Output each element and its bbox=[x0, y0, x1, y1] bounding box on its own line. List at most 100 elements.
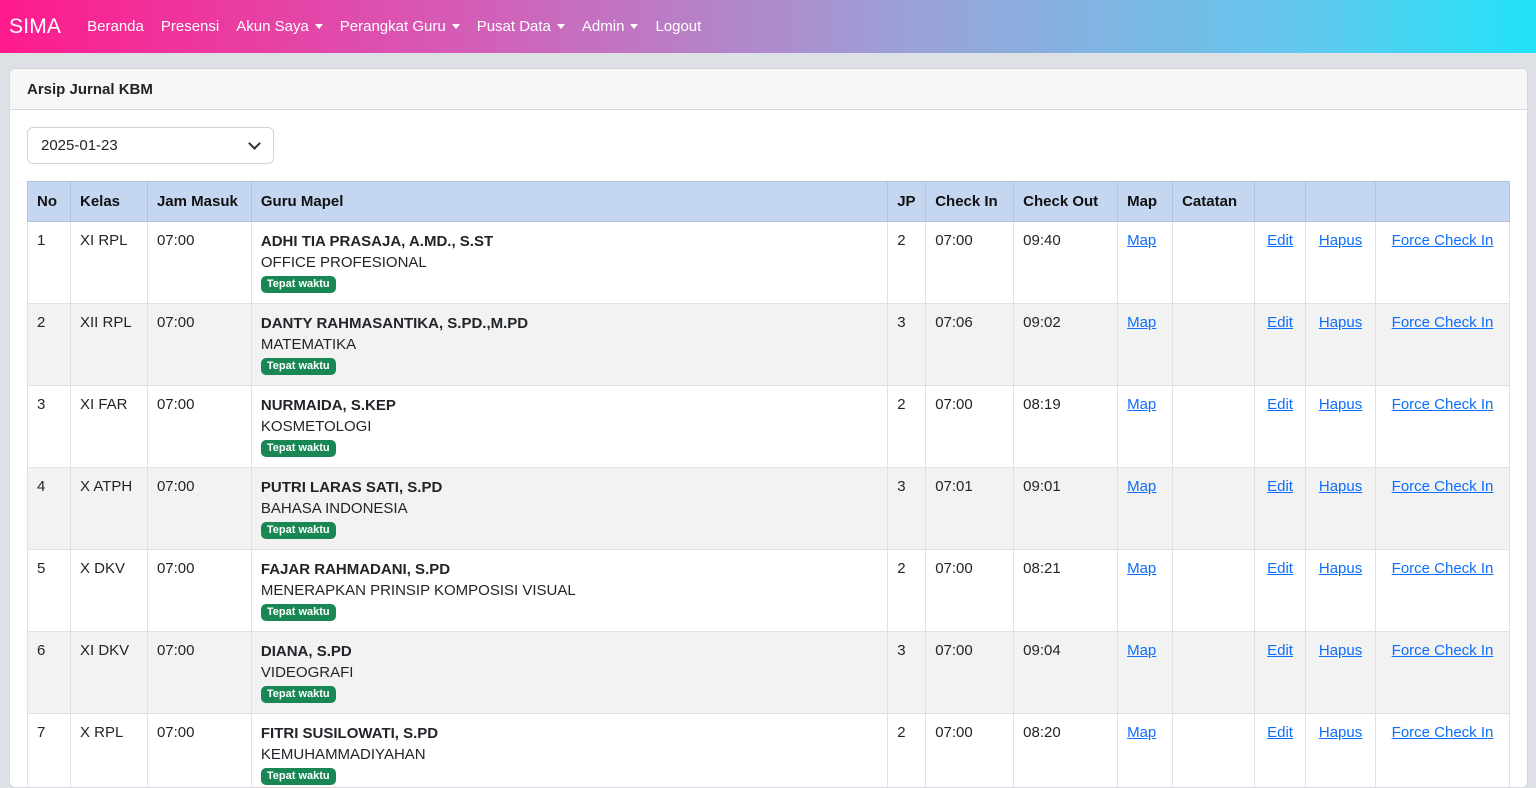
guru-name: DANTY RAHMASANTIKA, S.PD.,M.PD bbox=[261, 314, 878, 333]
cell-map: Map bbox=[1118, 714, 1173, 788]
force-check-in-link[interactable]: Force Check In bbox=[1392, 478, 1494, 495]
force-check-in-link[interactable]: Force Check In bbox=[1392, 642, 1494, 659]
cell-catatan bbox=[1173, 386, 1255, 468]
mapel-name: MATEMATIKA bbox=[261, 333, 878, 356]
guru-name: ADHI TIA PRASAJA, A.MD., S.ST bbox=[261, 232, 878, 251]
map-link[interactable]: Map bbox=[1127, 724, 1156, 741]
nav-logout[interactable]: Logout bbox=[655, 18, 701, 35]
map-link[interactable]: Map bbox=[1127, 642, 1156, 659]
status-badge: Tepat waktu bbox=[261, 768, 336, 785]
column-header: No bbox=[28, 182, 71, 222]
cell-check-out: 09:02 bbox=[1014, 304, 1118, 386]
mapel-name: VIDEOGRAFI bbox=[261, 661, 878, 684]
mapel-name: KEMUHAMMADIYAHAN bbox=[261, 743, 878, 766]
cell-jp: 3 bbox=[888, 304, 926, 386]
status-badge: Tepat waktu bbox=[261, 276, 336, 293]
cell-edit: Edit bbox=[1255, 386, 1306, 468]
edit-link[interactable]: Edit bbox=[1267, 724, 1293, 741]
edit-link[interactable]: Edit bbox=[1267, 642, 1293, 659]
cell-check-in: 07:00 bbox=[926, 386, 1014, 468]
map-link[interactable]: Map bbox=[1127, 232, 1156, 249]
cell-check-in: 07:00 bbox=[926, 550, 1014, 632]
status-badge: Tepat waktu bbox=[261, 440, 336, 457]
column-header bbox=[1306, 182, 1376, 222]
cell-edit: Edit bbox=[1255, 632, 1306, 714]
guru-name: NURMAIDA, S.KEP bbox=[261, 396, 878, 415]
status-badge: Tepat waktu bbox=[261, 522, 336, 539]
cell-kelas: X ATPH bbox=[70, 468, 147, 550]
nav-beranda[interactable]: Beranda bbox=[87, 18, 144, 35]
date-select[interactable]: 2025-01-23 bbox=[27, 127, 274, 164]
table-row: 4X ATPH07:00PUTRI LARAS SATI, S.PDBAHASA… bbox=[28, 468, 1510, 550]
force-check-in-link[interactable]: Force Check In bbox=[1392, 724, 1494, 741]
cell-check-out: 08:20 bbox=[1014, 714, 1118, 788]
nav-admin-dropdown[interactable]: Admin bbox=[582, 18, 639, 35]
edit-link[interactable]: Edit bbox=[1267, 314, 1293, 331]
card-title: Arsip Jurnal KBM bbox=[10, 69, 1527, 110]
cell-hapus: Hapus bbox=[1306, 714, 1376, 788]
cell-guru-mapel: ADHI TIA PRASAJA, A.MD., S.STOFFICE PROF… bbox=[251, 222, 887, 304]
cell-guru-mapel: FAJAR RAHMADANI, S.PDMENERAPKAN PRINSIP … bbox=[251, 550, 887, 632]
cell-map: Map bbox=[1118, 386, 1173, 468]
hapus-link[interactable]: Hapus bbox=[1319, 642, 1362, 659]
hapus-link[interactable]: Hapus bbox=[1319, 396, 1362, 413]
jurnal-table: NoKelasJam MasukGuru MapelJPCheck InChec… bbox=[27, 181, 1510, 788]
edit-link[interactable]: Edit bbox=[1267, 396, 1293, 413]
nav-akun-saya-dropdown[interactable]: Akun Saya bbox=[236, 18, 323, 35]
guru-name: FAJAR RAHMADANI, S.PD bbox=[261, 560, 878, 579]
cell-check-out: 08:19 bbox=[1014, 386, 1118, 468]
map-link[interactable]: Map bbox=[1127, 560, 1156, 577]
cell-no: 2 bbox=[28, 304, 71, 386]
nav-perangkat-guru-label: Perangkat Guru bbox=[340, 18, 446, 35]
guru-name: FITRI SUSILOWATI, S.PD bbox=[261, 724, 878, 743]
date-select-value: 2025-01-23 bbox=[41, 137, 118, 154]
edit-link[interactable]: Edit bbox=[1267, 232, 1293, 249]
top-navbar: SIMA Beranda Presensi Akun Saya Perangka… bbox=[0, 0, 1536, 53]
map-link[interactable]: Map bbox=[1127, 314, 1156, 331]
hapus-link[interactable]: Hapus bbox=[1319, 314, 1362, 331]
force-check-in-link[interactable]: Force Check In bbox=[1392, 396, 1494, 413]
column-header: Guru Mapel bbox=[251, 182, 887, 222]
column-header: Kelas bbox=[70, 182, 147, 222]
cell-kelas: XI FAR bbox=[70, 386, 147, 468]
cell-force-check-in: Force Check In bbox=[1376, 222, 1510, 304]
cell-check-out: 09:01 bbox=[1014, 468, 1118, 550]
column-header: Check In bbox=[926, 182, 1014, 222]
cell-check-in: 07:01 bbox=[926, 468, 1014, 550]
nav-beranda-label: Beranda bbox=[87, 18, 144, 35]
guru-name: DIANA, S.PD bbox=[261, 642, 878, 661]
cell-check-out: 09:04 bbox=[1014, 632, 1118, 714]
nav-perangkat-guru-dropdown[interactable]: Perangkat Guru bbox=[340, 18, 460, 35]
cell-jp: 2 bbox=[888, 386, 926, 468]
hapus-link[interactable]: Hapus bbox=[1319, 560, 1362, 577]
mapel-name: OFFICE PROFESIONAL bbox=[261, 251, 878, 274]
column-header: Jam Masuk bbox=[147, 182, 251, 222]
table-row: 5X DKV07:00FAJAR RAHMADANI, S.PDMENERAPK… bbox=[28, 550, 1510, 632]
map-link[interactable]: Map bbox=[1127, 478, 1156, 495]
hapus-link[interactable]: Hapus bbox=[1319, 724, 1362, 741]
brand-logo[interactable]: SIMA bbox=[9, 15, 61, 39]
cell-no: 5 bbox=[28, 550, 71, 632]
table-row: 2XII RPL07:00DANTY RAHMASANTIKA, S.PD.,M… bbox=[28, 304, 1510, 386]
cell-jp: 2 bbox=[888, 550, 926, 632]
cell-guru-mapel: NURMAIDA, S.KEPKOSMETOLOGITepat waktu bbox=[251, 386, 887, 468]
status-badge: Tepat waktu bbox=[261, 686, 336, 703]
force-check-in-link[interactable]: Force Check In bbox=[1392, 560, 1494, 577]
force-check-in-link[interactable]: Force Check In bbox=[1392, 314, 1494, 331]
map-link[interactable]: Map bbox=[1127, 396, 1156, 413]
cell-map: Map bbox=[1118, 632, 1173, 714]
status-badge: Tepat waktu bbox=[261, 358, 336, 375]
nav-pusat-data-dropdown[interactable]: Pusat Data bbox=[477, 18, 565, 35]
cell-check-in: 07:00 bbox=[926, 222, 1014, 304]
cell-jam-masuk: 07:00 bbox=[147, 714, 251, 788]
hapus-link[interactable]: Hapus bbox=[1319, 478, 1362, 495]
table-row: 3XI FAR07:00NURMAIDA, S.KEPKOSMETOLOGITe… bbox=[28, 386, 1510, 468]
guru-name: PUTRI LARAS SATI, S.PD bbox=[261, 478, 878, 497]
edit-link[interactable]: Edit bbox=[1267, 478, 1293, 495]
cell-catatan bbox=[1173, 304, 1255, 386]
force-check-in-link[interactable]: Force Check In bbox=[1392, 232, 1494, 249]
hapus-link[interactable]: Hapus bbox=[1319, 232, 1362, 249]
edit-link[interactable]: Edit bbox=[1267, 560, 1293, 577]
nav-presensi[interactable]: Presensi bbox=[161, 18, 219, 35]
column-header bbox=[1255, 182, 1306, 222]
